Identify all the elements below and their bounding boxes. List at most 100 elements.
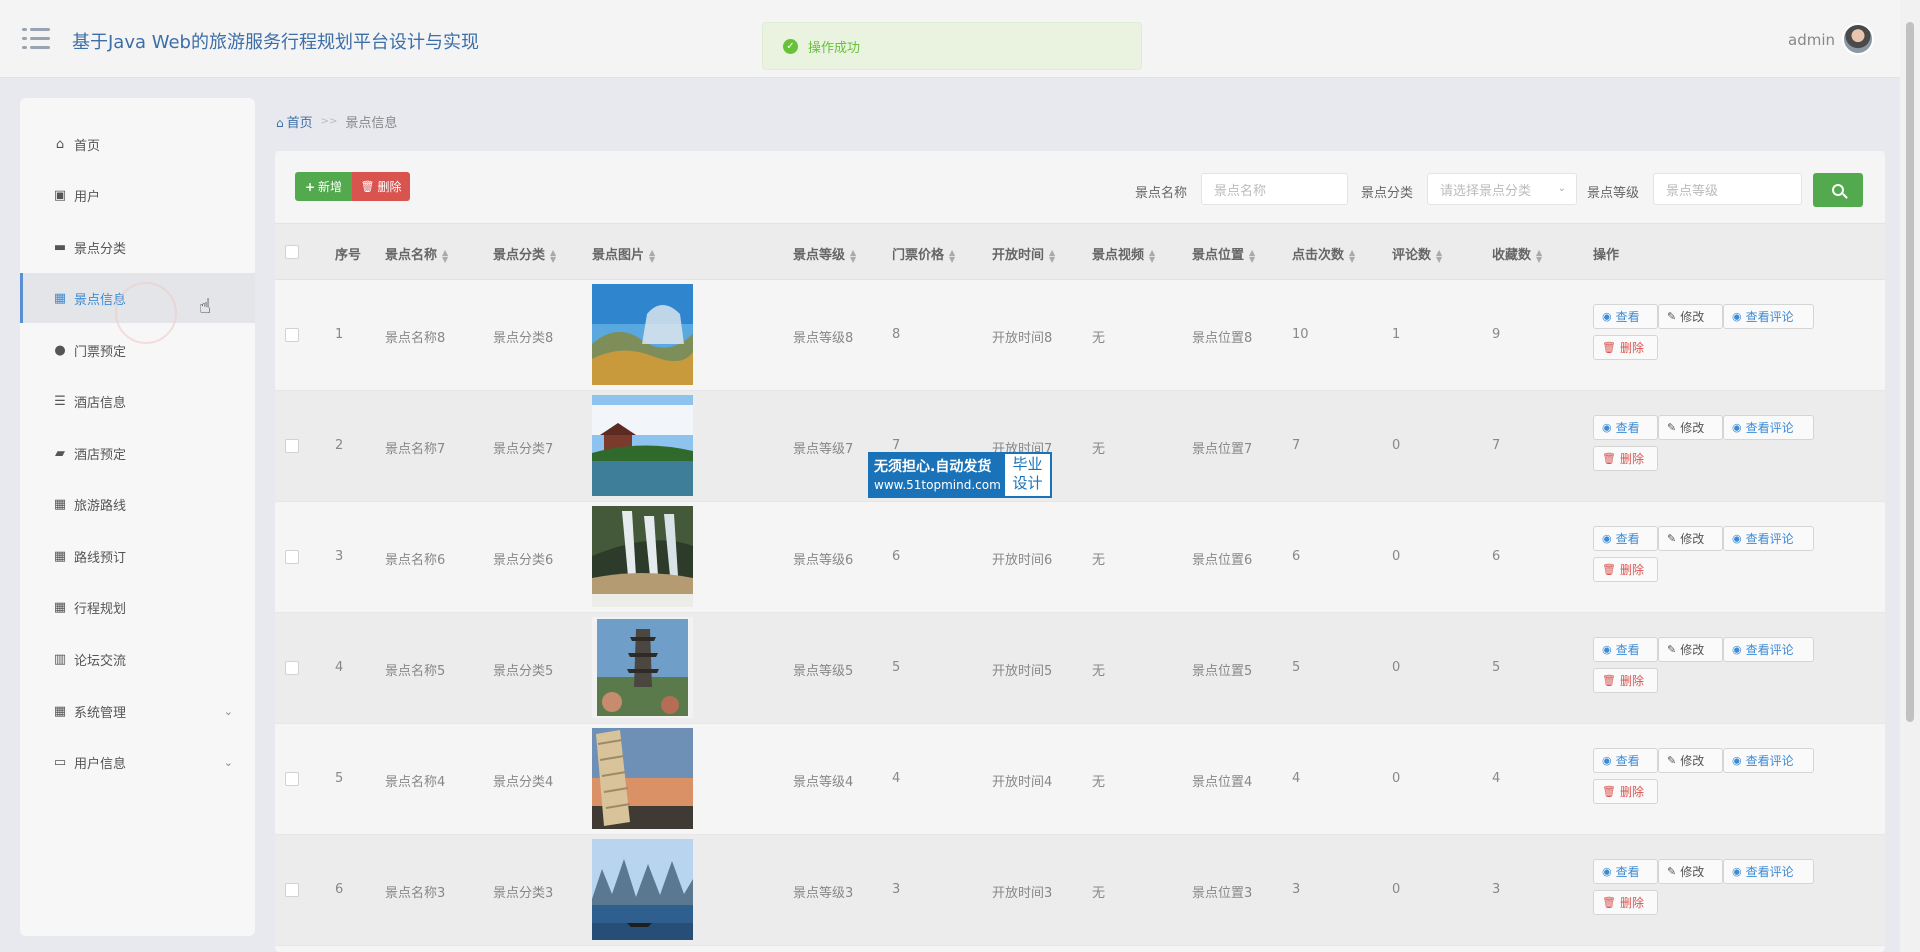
sidebar-item-6[interactable]: ▰ 酒店预定 bbox=[20, 428, 255, 478]
cell-location: 景点位置6 bbox=[1192, 553, 1253, 568]
sort-icon[interactable]: ▲ ▼ bbox=[1349, 248, 1355, 263]
spot-image[interactable] bbox=[592, 395, 693, 496]
delete-button[interactable]: 🗑 删除 bbox=[1593, 557, 1658, 582]
menu-toggle-icon[interactable] bbox=[22, 28, 50, 50]
spot-image[interactable] bbox=[592, 617, 693, 718]
card-icon: ▭ bbox=[53, 754, 67, 770]
eye-icon: ◉ bbox=[1732, 310, 1742, 323]
spot-category-select[interactable]: 请选择景点分类 ⌄ bbox=[1427, 173, 1577, 205]
view-button[interactable]: ◉ 查看 bbox=[1593, 748, 1658, 773]
sidebar-item-8[interactable]: ▦ 路线预订 bbox=[20, 531, 255, 581]
view-button[interactable]: ◉ 查看 bbox=[1593, 415, 1658, 440]
table-row: 5 景点名称4 景点分类4 景点等级4 4 开放时间4 无 景点位置4 4 0 4 ◉ 查看 ✎ 修改 ◉ 查看… bbox=[275, 724, 1885, 835]
sort-icon[interactable]: ▲ ▼ bbox=[550, 248, 556, 263]
view-button[interactable]: ◉ 查看 bbox=[1593, 859, 1658, 884]
sort-icon[interactable]: ▲ ▼ bbox=[850, 248, 856, 263]
search-button[interactable] bbox=[1813, 173, 1863, 207]
spot-image[interactable] bbox=[592, 284, 693, 385]
sidebar: ⌂ 首页 ▣ 用户 ▬ 景点分类 ▦ 景点信息 ● 门票预定 ☰ 酒店信息 ▰ 酒店预定 ▦ 旅游路线 ▦ 路线预… bbox=[20, 98, 255, 936]
select-all-checkbox[interactable] bbox=[285, 245, 299, 259]
sidebar-item-11[interactable]: ▦ 系统管理 ⌄ bbox=[20, 686, 255, 736]
batch-delete-button[interactable]: 🗑 删除 bbox=[352, 172, 410, 201]
edit-button[interactable]: ✎ 修改 bbox=[1658, 748, 1723, 773]
sidebar-item-10[interactable]: ▥ 论坛交流 bbox=[20, 634, 255, 684]
sidebar-item-5[interactable]: ☰ 酒店信息 bbox=[20, 376, 255, 426]
cell-hours: 开放时间3 bbox=[992, 886, 1053, 901]
cell-clicks: 10 bbox=[1292, 327, 1309, 342]
breadcrumb-home[interactable]: ⌂ 首页 bbox=[276, 112, 313, 131]
sort-icon[interactable]: ▲ ▼ bbox=[442, 248, 448, 263]
column-header-4[interactable]: 景点等级 ▲ ▼ bbox=[793, 244, 856, 263]
view-comments-button[interactable]: ◉ 查看评论 bbox=[1723, 748, 1814, 773]
spot-image[interactable] bbox=[592, 506, 693, 607]
sidebar-item-1[interactable]: ▣ 用户 bbox=[20, 170, 255, 220]
row-checkbox[interactable] bbox=[285, 661, 299, 675]
column-header-7[interactable]: 景点视频 ▲ ▼ bbox=[1092, 244, 1155, 263]
delete-button[interactable]: 🗑 删除 bbox=[1593, 446, 1658, 471]
column-header-8[interactable]: 景点位置 ▲ ▼ bbox=[1192, 244, 1255, 263]
column-header-6[interactable]: 开放时间 ▲ ▼ bbox=[992, 244, 1055, 263]
cell-comments: 0 bbox=[1392, 549, 1401, 564]
edit-button[interactable]: ✎ 修改 bbox=[1658, 415, 1723, 440]
column-header-11[interactable]: 收藏数 ▲ ▼ bbox=[1492, 244, 1542, 263]
sidebar-item-7[interactable]: ▦ 旅游路线 bbox=[20, 479, 255, 529]
sort-icon[interactable]: ▲ ▼ bbox=[949, 248, 955, 263]
column-header-9[interactable]: 点击次数 ▲ ▼ bbox=[1292, 244, 1355, 263]
delete-button[interactable]: 🗑 删除 bbox=[1593, 335, 1658, 360]
view-comments-button[interactable]: ◉ 查看评论 bbox=[1723, 859, 1814, 884]
edit-button[interactable]: ✎ 修改 bbox=[1658, 859, 1723, 884]
avatar[interactable] bbox=[1842, 23, 1874, 55]
column-header-1[interactable]: 景点名称 ▲ ▼ bbox=[385, 244, 448, 263]
add-button[interactable]: + 新增 bbox=[295, 172, 352, 201]
column-header-10[interactable]: 评论数 ▲ ▼ bbox=[1392, 244, 1442, 263]
top-header: 基于Java Web的旅游服务行程规划平台设计与实现 ✓ 操作成功 admin bbox=[0, 0, 1900, 78]
sidebar-item-12[interactable]: ▭ 用户信息 ⌄ bbox=[20, 737, 255, 787]
spot-level-input[interactable]: 景点等级 bbox=[1653, 173, 1802, 205]
spot-name-input[interactable]: 景点名称 bbox=[1201, 173, 1348, 205]
view-button[interactable]: ◉ 查看 bbox=[1593, 304, 1658, 329]
view-button[interactable]: ◉ 查看 bbox=[1593, 526, 1658, 551]
sidebar-item-9[interactable]: ▦ 行程规划 bbox=[20, 582, 255, 632]
column-header-2[interactable]: 景点分类 ▲ ▼ bbox=[493, 244, 556, 263]
scrollbar-thumb[interactable] bbox=[1906, 22, 1914, 722]
sort-icon[interactable]: ▲ ▼ bbox=[1049, 248, 1055, 263]
delete-button[interactable]: 🗑 删除 bbox=[1593, 890, 1658, 915]
sidebar-item-2[interactable]: ▬ 景点分类 bbox=[20, 222, 255, 272]
filter-label-name: 景点名称 bbox=[1135, 186, 1188, 201]
sort-icon[interactable]: ▲ ▼ bbox=[1249, 248, 1255, 263]
view-comments-button[interactable]: ◉ 查看评论 bbox=[1723, 415, 1814, 440]
user-name[interactable]: admin bbox=[1788, 31, 1835, 49]
trash-icon: 🗑 bbox=[1602, 785, 1616, 798]
trash-icon: 🗑 bbox=[360, 180, 375, 193]
spot-image[interactable] bbox=[592, 728, 693, 829]
view-comments-button[interactable]: ◉ 查看评论 bbox=[1723, 637, 1814, 662]
eye-icon: ◉ bbox=[1732, 865, 1742, 878]
spot-image[interactable] bbox=[592, 839, 693, 940]
plus-icon: + bbox=[304, 179, 316, 194]
cell-clicks: 3 bbox=[1292, 882, 1301, 897]
column-header-3[interactable]: 景点图片 ▲ ▼ bbox=[592, 244, 655, 263]
edit-button[interactable]: ✎ 修改 bbox=[1658, 526, 1723, 551]
row-checkbox[interactable] bbox=[285, 550, 299, 564]
delete-button[interactable]: 🗑 删除 bbox=[1593, 779, 1658, 804]
books-icon: ▥ bbox=[53, 651, 67, 667]
edit-button[interactable]: ✎ 修改 bbox=[1658, 637, 1723, 662]
sort-icon[interactable]: ▲ ▼ bbox=[1149, 248, 1155, 263]
sort-icon[interactable]: ▲ ▼ bbox=[1436, 248, 1442, 263]
cell-index: 1 bbox=[335, 327, 344, 342]
click-ripple bbox=[115, 282, 177, 344]
sidebar-item-0[interactable]: ⌂ 首页 bbox=[20, 119, 255, 169]
row-checkbox[interactable] bbox=[285, 883, 299, 897]
view-comments-button[interactable]: ◉ 查看评论 bbox=[1723, 304, 1814, 329]
sort-icon[interactable]: ▲ ▼ bbox=[1536, 248, 1542, 263]
cell-video: 无 bbox=[1092, 442, 1106, 457]
row-checkbox[interactable] bbox=[285, 439, 299, 453]
delete-button[interactable]: 🗑 删除 bbox=[1593, 668, 1658, 693]
row-checkbox[interactable] bbox=[285, 328, 299, 342]
column-header-5[interactable]: 门票价格 ▲ ▼ bbox=[892, 244, 955, 263]
view-button[interactable]: ◉ 查看 bbox=[1593, 637, 1658, 662]
row-checkbox[interactable] bbox=[285, 772, 299, 786]
sort-icon[interactable]: ▲ ▼ bbox=[649, 248, 655, 263]
view-comments-button[interactable]: ◉ 查看评论 bbox=[1723, 526, 1814, 551]
edit-button[interactable]: ✎ 修改 bbox=[1658, 304, 1723, 329]
